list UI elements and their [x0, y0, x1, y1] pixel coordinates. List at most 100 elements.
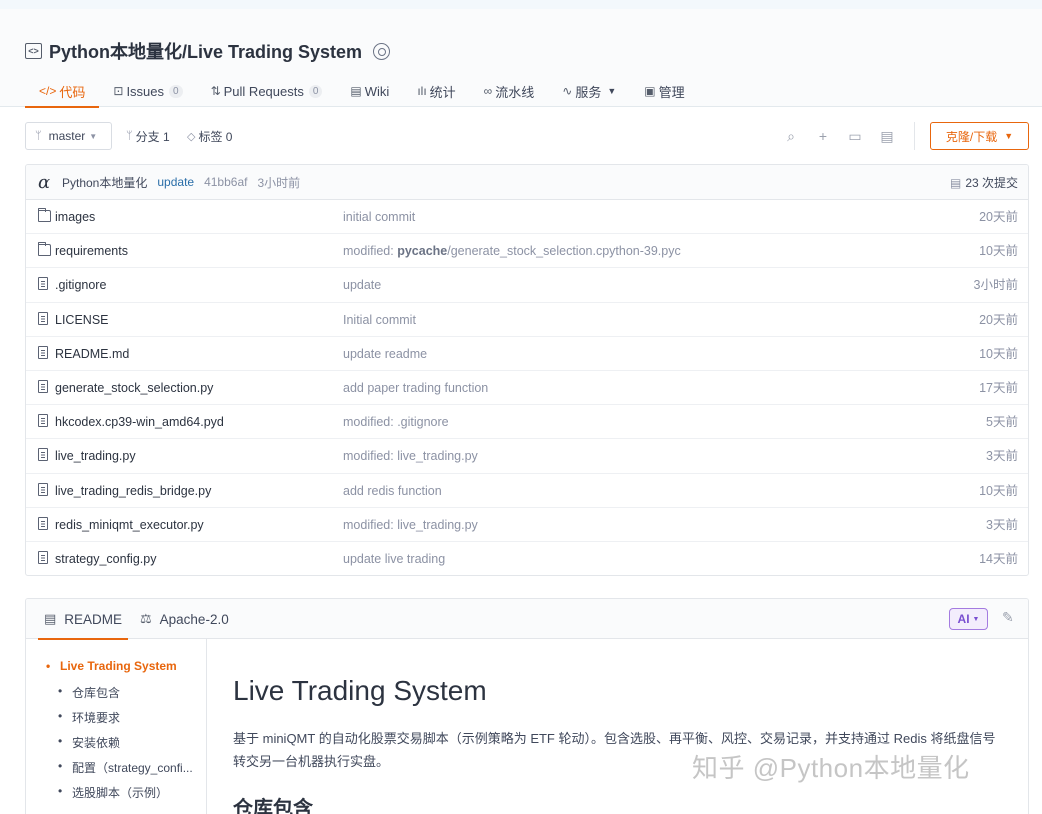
- file-time: 5天前: [986, 415, 1018, 430]
- file-icon: [38, 379, 48, 393]
- file-name[interactable]: README.md: [55, 337, 129, 371]
- table-row[interactable]: images initial commit 20天前: [26, 200, 1028, 235]
- file-name[interactable]: live_trading_redis_bridge.py: [55, 474, 211, 508]
- file-commit-message[interactable]: add redis function: [343, 474, 442, 508]
- file-commit-message[interactable]: update readme: [343, 337, 427, 371]
- scale-icon: ⚖: [140, 611, 152, 626]
- tab-label: Issues: [126, 83, 165, 99]
- clone-download-button[interactable]: 克隆/下载 ▼: [930, 122, 1029, 150]
- file-commit-message[interactable]: modified: live_trading.py: [343, 508, 478, 542]
- table-row[interactable]: .gitignore update 3小时前: [26, 268, 1028, 303]
- branch-icon: ᛘ: [126, 130, 133, 142]
- file-icon: [38, 277, 48, 291]
- file-name[interactable]: LICENSE: [55, 303, 109, 337]
- branches-link[interactable]: ᛘ 分支 1: [126, 122, 170, 150]
- clone-label: 克隆/下载: [945, 129, 998, 144]
- avatar[interactable]: α: [38, 172, 60, 193]
- file-commit-message[interactable]: modified: live_trading.py: [343, 439, 478, 473]
- tab-services[interactable]: ∿ 服务 ▼: [548, 75, 630, 107]
- file-commit-message[interactable]: modified: .gitignore: [343, 405, 449, 439]
- file-commit-message[interactable]: Initial commit: [343, 303, 416, 337]
- toc-item[interactable]: 安装依赖: [58, 734, 120, 751]
- tab-pipeline[interactable]: ∞ 流水线: [470, 75, 549, 107]
- table-row[interactable]: hkcodex.cp39-win_amd64.pyd modified: .git…: [26, 405, 1028, 440]
- commit-hash[interactable]: 41bb6af: [204, 175, 247, 189]
- ai-button[interactable]: AI ▼: [949, 608, 988, 630]
- edit-icon[interactable]: ✎: [1002, 610, 1016, 624]
- commit-message-prefix: modified:: [343, 244, 398, 259]
- toc-item[interactable]: 选股脚本（示例）: [58, 784, 168, 801]
- file-icon: [38, 311, 48, 325]
- file-name[interactable]: live_trading.py: [55, 439, 136, 473]
- file-name[interactable]: requirements: [55, 234, 128, 268]
- code-repo-icon: <>: [25, 43, 42, 59]
- file-name[interactable]: generate_stock_selection.py: [55, 371, 213, 405]
- recommend-badge-icon[interactable]: [373, 42, 391, 60]
- file-time: 10天前: [979, 346, 1018, 361]
- toc-item[interactable]: 环境要求: [58, 709, 120, 726]
- top-band: [0, 0, 1042, 9]
- tab-pull-requests[interactable]: ⇅ Pull Requests 0: [197, 75, 337, 107]
- file-time: 10天前: [979, 244, 1018, 259]
- toc-item[interactable]: Live Trading System: [46, 659, 177, 673]
- commit-author[interactable]: Python本地量化: [62, 174, 147, 191]
- branch-icon: ᛘ: [35, 130, 42, 142]
- file-commit-message[interactable]: add paper trading function: [343, 371, 488, 405]
- table-row[interactable]: live_trading.py modified: live_trading.py…: [26, 439, 1028, 474]
- table-row[interactable]: requirements modified: pycache/generate_s…: [26, 234, 1028, 269]
- add-file-icon[interactable]: +: [815, 128, 831, 144]
- file-commit-message[interactable]: update live trading: [343, 542, 445, 575]
- tab-manage[interactable]: ▣ 管理: [630, 75, 698, 107]
- repo-title: <> Python本地量化/Live Trading System: [25, 38, 391, 64]
- table-row[interactable]: strategy_config.py update live trading 14天…: [26, 542, 1028, 575]
- branch-select[interactable]: ᛘ master ▼: [25, 122, 112, 150]
- tab-label: 统计: [429, 84, 456, 100]
- divider: [914, 122, 915, 150]
- file-name[interactable]: hkcodex.cp39-win_amd64.pyd: [55, 405, 224, 439]
- table-row[interactable]: live_trading_redis_bridge.py add redis fu…: [26, 474, 1028, 508]
- file-icon: [38, 516, 48, 530]
- file-time: 3天前: [986, 517, 1018, 532]
- tags-link[interactable]: ◇ 标签 0: [187, 122, 232, 150]
- repo-name[interactable]: Python本地量化/Live Trading System: [49, 38, 362, 64]
- ai-label: AI: [957, 612, 970, 626]
- toc-item[interactable]: 配置（strategy_confi...: [58, 759, 193, 776]
- web-ide-icon[interactable]: ▭: [847, 128, 863, 144]
- file-name[interactable]: images: [55, 200, 95, 234]
- chevron-down-icon: ▼: [607, 86, 617, 96]
- code-icon: </>: [39, 84, 57, 98]
- commit-count-link[interactable]: ▤ 23 次提交: [950, 165, 1018, 200]
- file-commit-message[interactable]: update: [343, 268, 381, 302]
- toc-item[interactable]: 仓库包含: [58, 684, 120, 701]
- file-time: 3天前: [986, 449, 1018, 464]
- tab-label: Pull Requests: [223, 83, 304, 99]
- file-commit-message[interactable]: modified: pycache/generate_stock_selecti…: [343, 234, 681, 268]
- table-row[interactable]: README.md update readme 10天前: [26, 337, 1028, 371]
- file-name[interactable]: redis_miniqmt_executor.py: [55, 508, 204, 542]
- readme-section-heading: 仓库包含: [233, 798, 313, 814]
- tab-stats[interactable]: ılı 统计: [403, 75, 469, 107]
- file-icon: [38, 482, 48, 496]
- tag-icon: ◇: [187, 130, 196, 143]
- tab-license[interactable]: ⚖ Apache-2.0: [140, 599, 229, 639]
- file-icon: [38, 414, 48, 428]
- file-commit-message[interactable]: initial commit: [343, 200, 415, 234]
- commit-message[interactable]: update: [157, 175, 194, 189]
- commit-message-rest: /generate_stock_selection.cpython-39.pyc: [447, 244, 681, 259]
- file-name[interactable]: .gitignore: [55, 268, 106, 302]
- table-row[interactable]: generate_stock_selection.py add paper tra…: [26, 371, 1028, 406]
- tab-wiki[interactable]: ▤ Wiki: [336, 75, 403, 107]
- tab-issues[interactable]: ⊡ Issues 0: [99, 75, 196, 107]
- tab-code[interactable]: </> 代码: [25, 75, 100, 108]
- table-row[interactable]: LICENSE Initial commit 20天前: [26, 303, 1028, 337]
- search-icon[interactable]: ⌕: [783, 128, 799, 144]
- file-name[interactable]: strategy_config.py: [55, 542, 156, 575]
- tab-label: 流水线: [495, 84, 535, 100]
- table-row[interactable]: redis_miniqmt_executor.py modified: live_…: [26, 508, 1028, 542]
- file-time: 17天前: [979, 380, 1018, 395]
- folder-icon: [38, 208, 51, 222]
- commits-icon: ▤: [949, 175, 962, 190]
- tab-readme[interactable]: ▤ README: [37, 599, 129, 640]
- terminal-icon[interactable]: ▤: [879, 128, 895, 144]
- watermark: 知乎 @Python本地量化: [692, 753, 970, 783]
